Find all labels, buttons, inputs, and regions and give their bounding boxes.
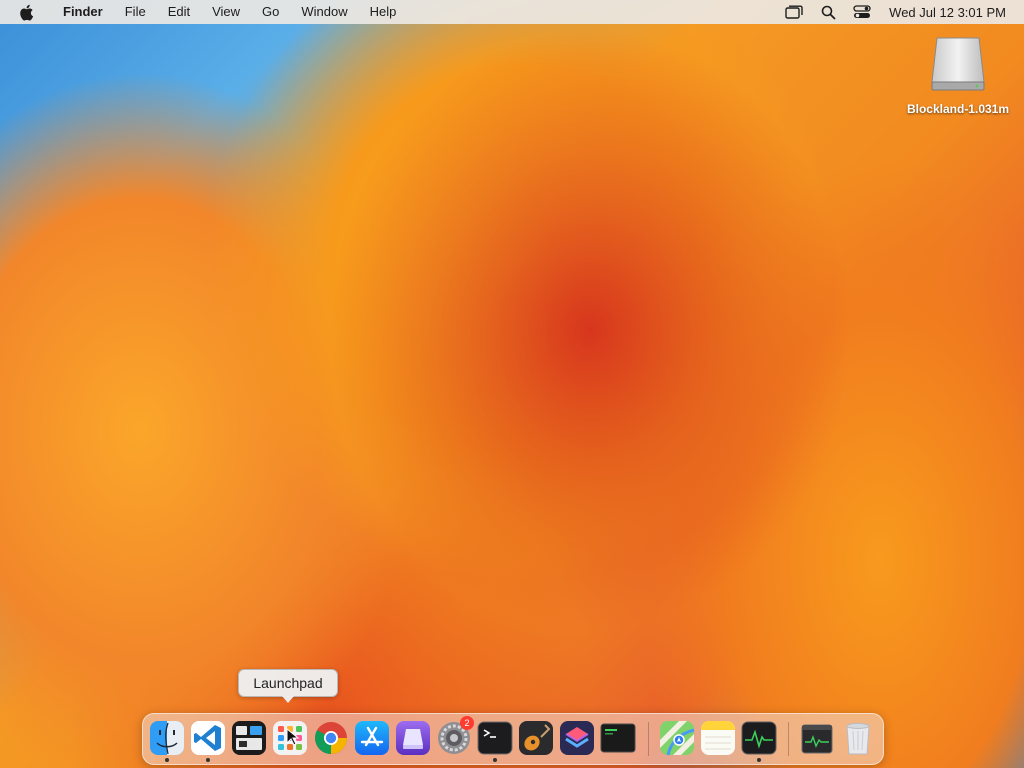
shortcuts-icon: [560, 721, 594, 755]
dock-app-terminal[interactable]: [477, 720, 513, 756]
chrome-icon: [315, 722, 347, 754]
dock-app-shortcuts[interactable]: [559, 720, 595, 756]
running-indicator: [493, 758, 497, 762]
running-indicator: [165, 758, 169, 762]
running-indicator: [206, 758, 210, 762]
console-icon: [600, 723, 636, 753]
dock-app-notes[interactable]: [700, 720, 736, 756]
menu-window[interactable]: Window: [290, 0, 358, 24]
dock-app-console[interactable]: [600, 720, 636, 756]
dock-app-chrome[interactable]: [313, 720, 349, 756]
dock-separator: [788, 722, 789, 756]
dock-app-activity-monitor[interactable]: [741, 720, 777, 756]
mouse-pointer-icon: [286, 728, 300, 746]
dock-app-mission-control[interactable]: [231, 720, 267, 756]
menu-app-finder[interactable]: Finder: [52, 0, 114, 24]
vscode-icon: [191, 721, 225, 755]
menu-file[interactable]: File: [114, 0, 157, 24]
dock-separator: [648, 722, 649, 756]
dock-app-trash[interactable]: [840, 720, 876, 756]
external-disk-icon: [931, 37, 985, 91]
dock-minimized-window[interactable]: [799, 720, 835, 756]
dock-app-maps[interactable]: [659, 720, 695, 756]
app-store-icon: [355, 721, 389, 755]
notification-badge: 2: [460, 716, 474, 730]
menu-bar: Finder File Edit View Go Window Help Wed…: [0, 0, 1024, 24]
mission-control-icon: [232, 721, 266, 755]
activity-monitor-icon: [741, 721, 777, 755]
running-indicator: [757, 758, 761, 762]
disk-label: Blockland-1.031m: [906, 102, 1010, 116]
finder-icon: [150, 721, 184, 755]
dock: 2: [142, 713, 884, 765]
dock-tooltip: Launchpad: [238, 669, 338, 703]
dock-app-finder[interactable]: [149, 720, 185, 756]
activity-monitor-window-icon: [801, 724, 833, 754]
search-icon[interactable]: [811, 0, 845, 24]
screen-mirror-icon[interactable]: [777, 0, 811, 24]
dock-app-app-store[interactable]: [354, 720, 390, 756]
guitar-icon: [519, 721, 553, 755]
storage-app-icon: [396, 721, 430, 755]
dock-app-storage[interactable]: [395, 720, 431, 756]
notes-icon: [701, 721, 735, 755]
desktop-disk-item[interactable]: Blockland-1.031m: [900, 34, 1016, 116]
dock-app-vscode[interactable]: [190, 720, 226, 756]
dock-app-instruments[interactable]: [518, 720, 554, 756]
menu-help[interactable]: Help: [359, 0, 408, 24]
maps-icon: [660, 721, 695, 756]
menu-bar-clock[interactable]: Wed Jul 12 3:01 PM: [879, 5, 1024, 20]
control-center-icon[interactable]: [845, 0, 879, 24]
apple-menu[interactable]: [0, 4, 52, 21]
terminal-icon: [477, 721, 513, 755]
menu-go[interactable]: Go: [251, 0, 290, 24]
trash-icon: [846, 723, 870, 755]
menu-bar-status-area: Wed Jul 12 3:01 PM: [777, 0, 1024, 24]
dock-app-system-settings[interactable]: 2: [436, 716, 474, 756]
menu-edit[interactable]: Edit: [157, 0, 201, 24]
menu-view[interactable]: View: [201, 0, 251, 24]
apple-icon: [20, 4, 34, 20]
